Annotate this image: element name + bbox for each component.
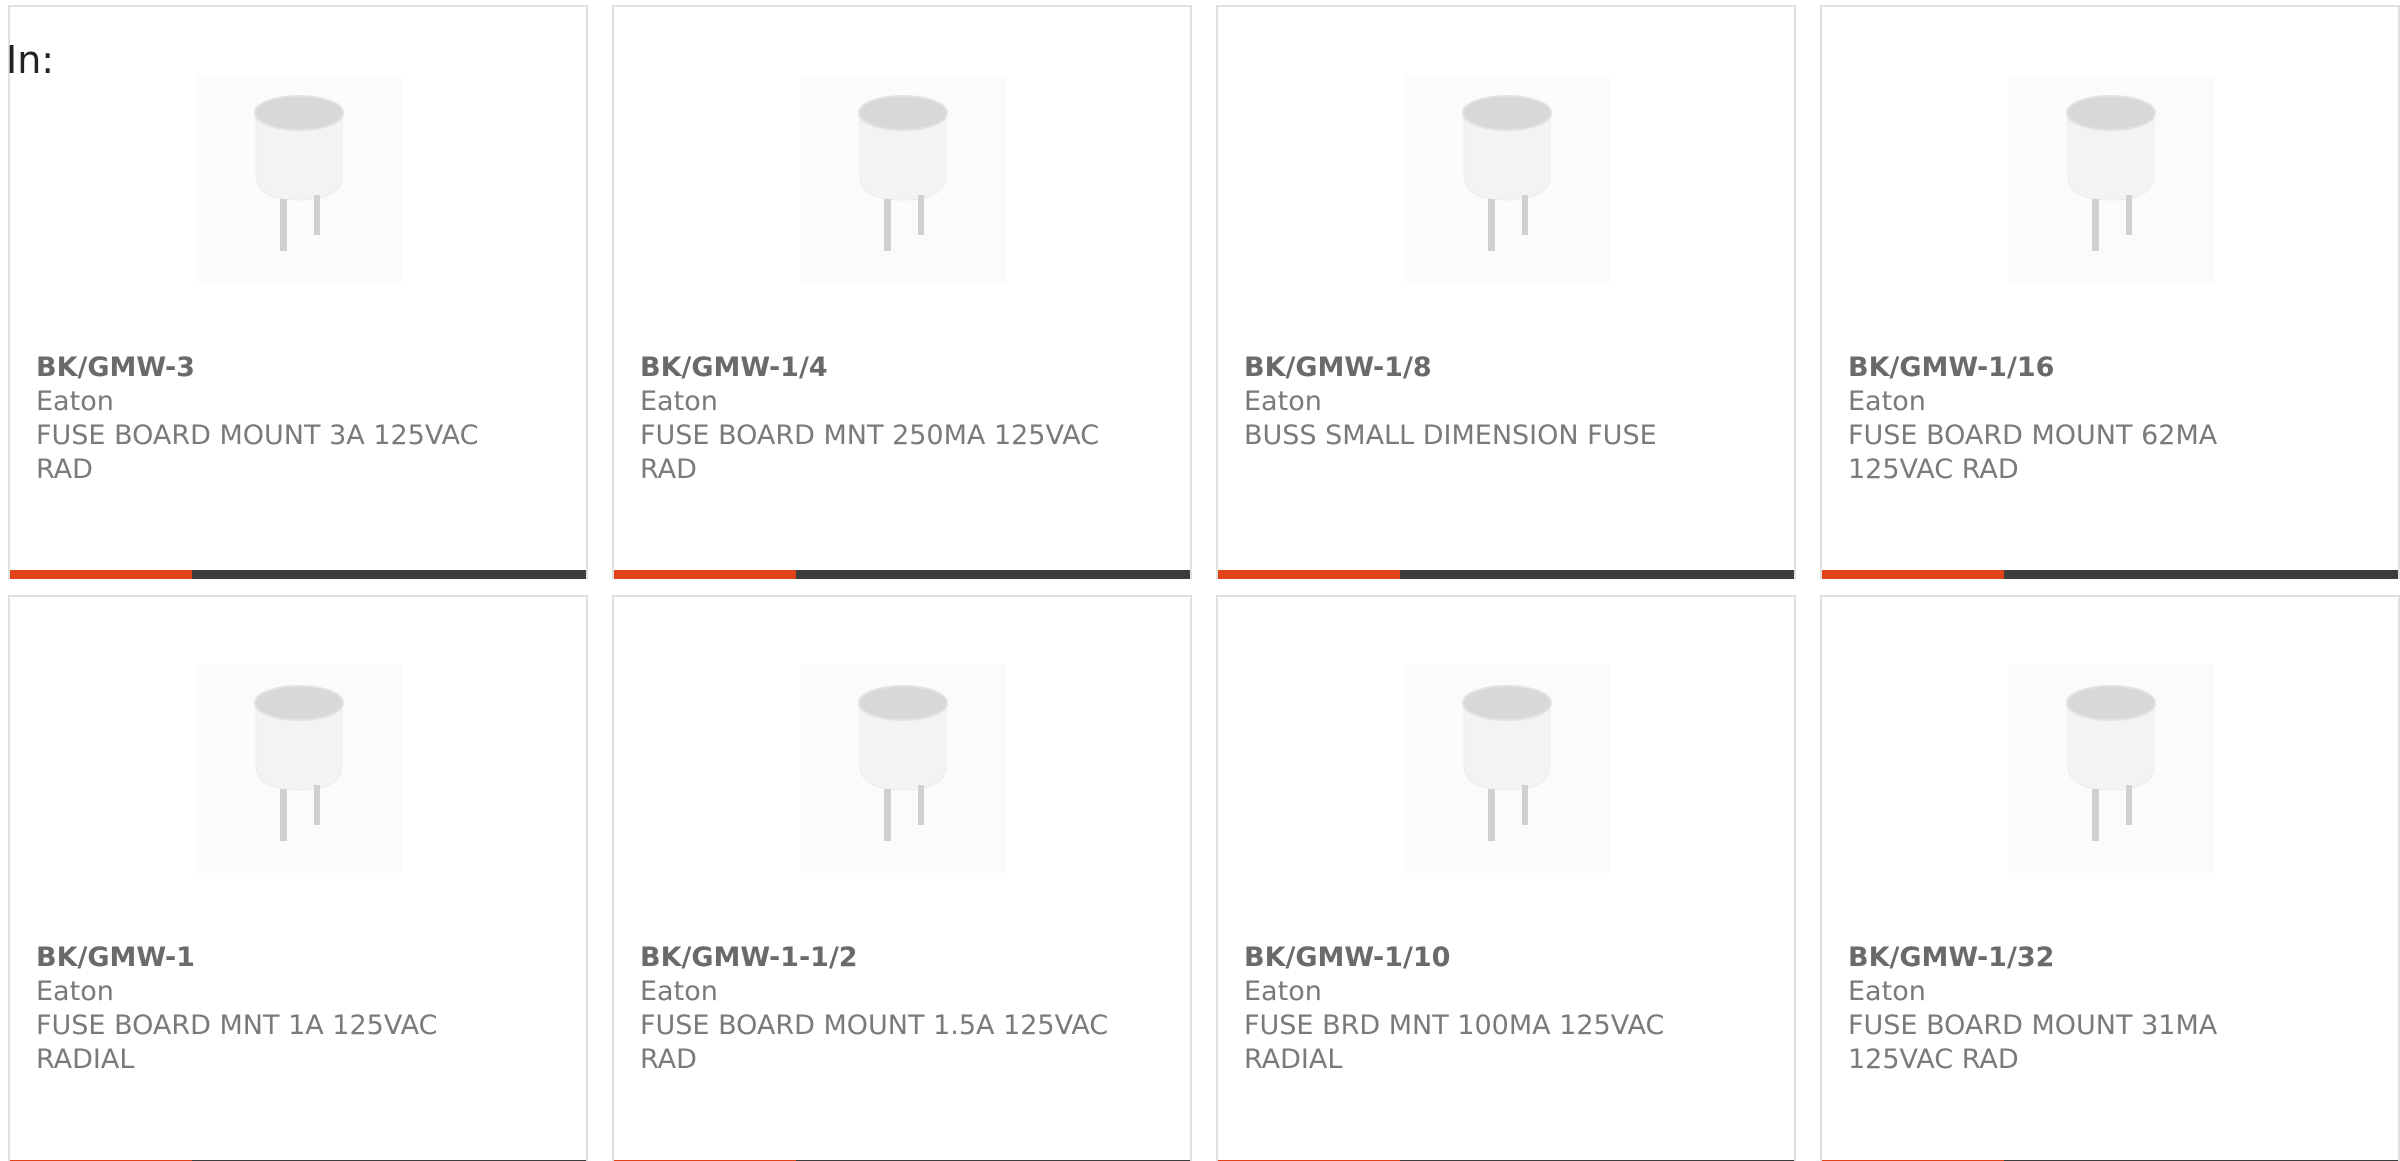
fuse-icon xyxy=(800,75,1006,283)
description: FUSE BOARD MOUNT 62MA 125VAC RAD xyxy=(1848,420,2218,485)
product-card[interactable]: BK/GMW-1 Eaton FUSE BOARD MNT 1A 125VAC … xyxy=(8,595,588,1161)
card-footer-bar xyxy=(1218,570,1794,579)
fuse-image[interactable] xyxy=(1404,75,1610,283)
product-info: BK/GMW-1/8 Eaton BUSS SMALL DIMENSION FU… xyxy=(1244,351,1724,453)
card-accent-bar xyxy=(1218,570,1400,579)
product-info: BK/GMW-1/16 Eaton FUSE BOARD MOUNT 62MA … xyxy=(1848,351,2328,487)
fuse-icon xyxy=(1404,75,1610,283)
card-accent-bar xyxy=(10,570,192,579)
manufacturer: Eaton xyxy=(640,386,718,417)
product-card[interactable]: BK/GMW-1/8 Eaton BUSS SMALL DIMENSION FU… xyxy=(1216,5,1796,579)
product-info: BK/GMW-1-1/2 Eaton FUSE BOARD MOUNT 1.5A… xyxy=(640,941,1120,1077)
fuse-icon xyxy=(2008,75,2214,283)
fuse-image[interactable] xyxy=(196,665,402,873)
product-card[interactable]: BK/GMW-1-1/2 Eaton FUSE BOARD MOUNT 1.5A… xyxy=(612,595,1192,1161)
fuse-image[interactable] xyxy=(800,75,1006,283)
card-footer-bar xyxy=(10,570,586,579)
card-accent-bar xyxy=(1822,570,2004,579)
manufacturer: Eaton xyxy=(1848,386,1926,417)
manufacturer: Eaton xyxy=(1244,976,1322,1007)
part-number[interactable]: BK/GMW-1/8 xyxy=(1244,351,1724,385)
card-footer-bar xyxy=(1822,570,2398,579)
manufacturer: Eaton xyxy=(36,976,114,1007)
fuse-image[interactable] xyxy=(196,75,402,283)
description: FUSE BOARD MNT 250MA 125VAC RAD xyxy=(640,420,1100,485)
part-number[interactable]: BK/GMW-1 xyxy=(36,941,516,975)
card-footer-bar xyxy=(614,570,1190,579)
fuse-image[interactable] xyxy=(2008,75,2214,283)
fuse-image[interactable] xyxy=(1404,665,1610,873)
product-card[interactable]: BK/GMW-1/10 Eaton FUSE BRD MNT 100MA 125… xyxy=(1216,595,1796,1161)
description: FUSE BOARD MNT 1A 125VAC RADIAL xyxy=(36,1010,438,1075)
product-info: BK/GMW-3 Eaton FUSE BOARD MOUNT 3A 125VA… xyxy=(36,351,516,487)
description: FUSE BRD MNT 100MA 125VAC RADIAL xyxy=(1244,1010,1665,1075)
part-number[interactable]: BK/GMW-1/16 xyxy=(1848,351,2328,385)
product-card[interactable]: BK/GMW-1/32 Eaton FUSE BOARD MOUNT 31MA … xyxy=(1820,595,2400,1161)
fuse-image[interactable] xyxy=(800,665,1006,873)
description: FUSE BOARD MOUNT 1.5A 125VAC RAD xyxy=(640,1010,1109,1075)
part-number[interactable]: BK/GMW-1/32 xyxy=(1848,941,2328,975)
part-number[interactable]: BK/GMW-1-1/2 xyxy=(640,941,1120,975)
manufacturer: Eaton xyxy=(1244,386,1322,417)
fuse-image[interactable] xyxy=(2008,665,2214,873)
product-info: BK/GMW-1 Eaton FUSE BOARD MNT 1A 125VAC … xyxy=(36,941,516,1077)
description: BUSS SMALL DIMENSION FUSE xyxy=(1244,420,1657,451)
filter-label: In: xyxy=(6,38,55,82)
part-number[interactable]: BK/GMW-3 xyxy=(36,351,516,385)
description: FUSE BOARD MOUNT 3A 125VAC RAD xyxy=(36,420,479,485)
fuse-icon xyxy=(800,665,1006,873)
product-card[interactable]: BK/GMW-1/16 Eaton FUSE BOARD MOUNT 62MA … xyxy=(1820,5,2400,579)
fuse-icon xyxy=(196,75,402,283)
part-number[interactable]: BK/GMW-1/4 xyxy=(640,351,1120,385)
product-card[interactable]: BK/GMW-3 Eaton FUSE BOARD MOUNT 3A 125VA… xyxy=(8,5,588,579)
card-accent-bar xyxy=(614,570,796,579)
fuse-icon xyxy=(1404,665,1610,873)
product-grid: BK/GMW-3 Eaton FUSE BOARD MOUNT 3A 125VA… xyxy=(0,0,2400,1161)
product-card[interactable]: BK/GMW-1/4 Eaton FUSE BOARD MNT 250MA 12… xyxy=(612,5,1192,579)
product-info: BK/GMW-1/32 Eaton FUSE BOARD MOUNT 31MA … xyxy=(1848,941,2328,1077)
manufacturer: Eaton xyxy=(36,386,114,417)
product-results-page: BK/GMW-3 Eaton FUSE BOARD MOUNT 3A 125VA… xyxy=(0,0,2400,1161)
description: FUSE BOARD MOUNT 31MA 125VAC RAD xyxy=(1848,1010,2218,1075)
fuse-icon xyxy=(196,665,402,873)
fuse-icon xyxy=(2008,665,2214,873)
product-info: BK/GMW-1/4 Eaton FUSE BOARD MNT 250MA 12… xyxy=(640,351,1120,487)
manufacturer: Eaton xyxy=(1848,976,1926,1007)
part-number[interactable]: BK/GMW-1/10 xyxy=(1244,941,1724,975)
manufacturer: Eaton xyxy=(640,976,718,1007)
product-info: BK/GMW-1/10 Eaton FUSE BRD MNT 100MA 125… xyxy=(1244,941,1724,1077)
